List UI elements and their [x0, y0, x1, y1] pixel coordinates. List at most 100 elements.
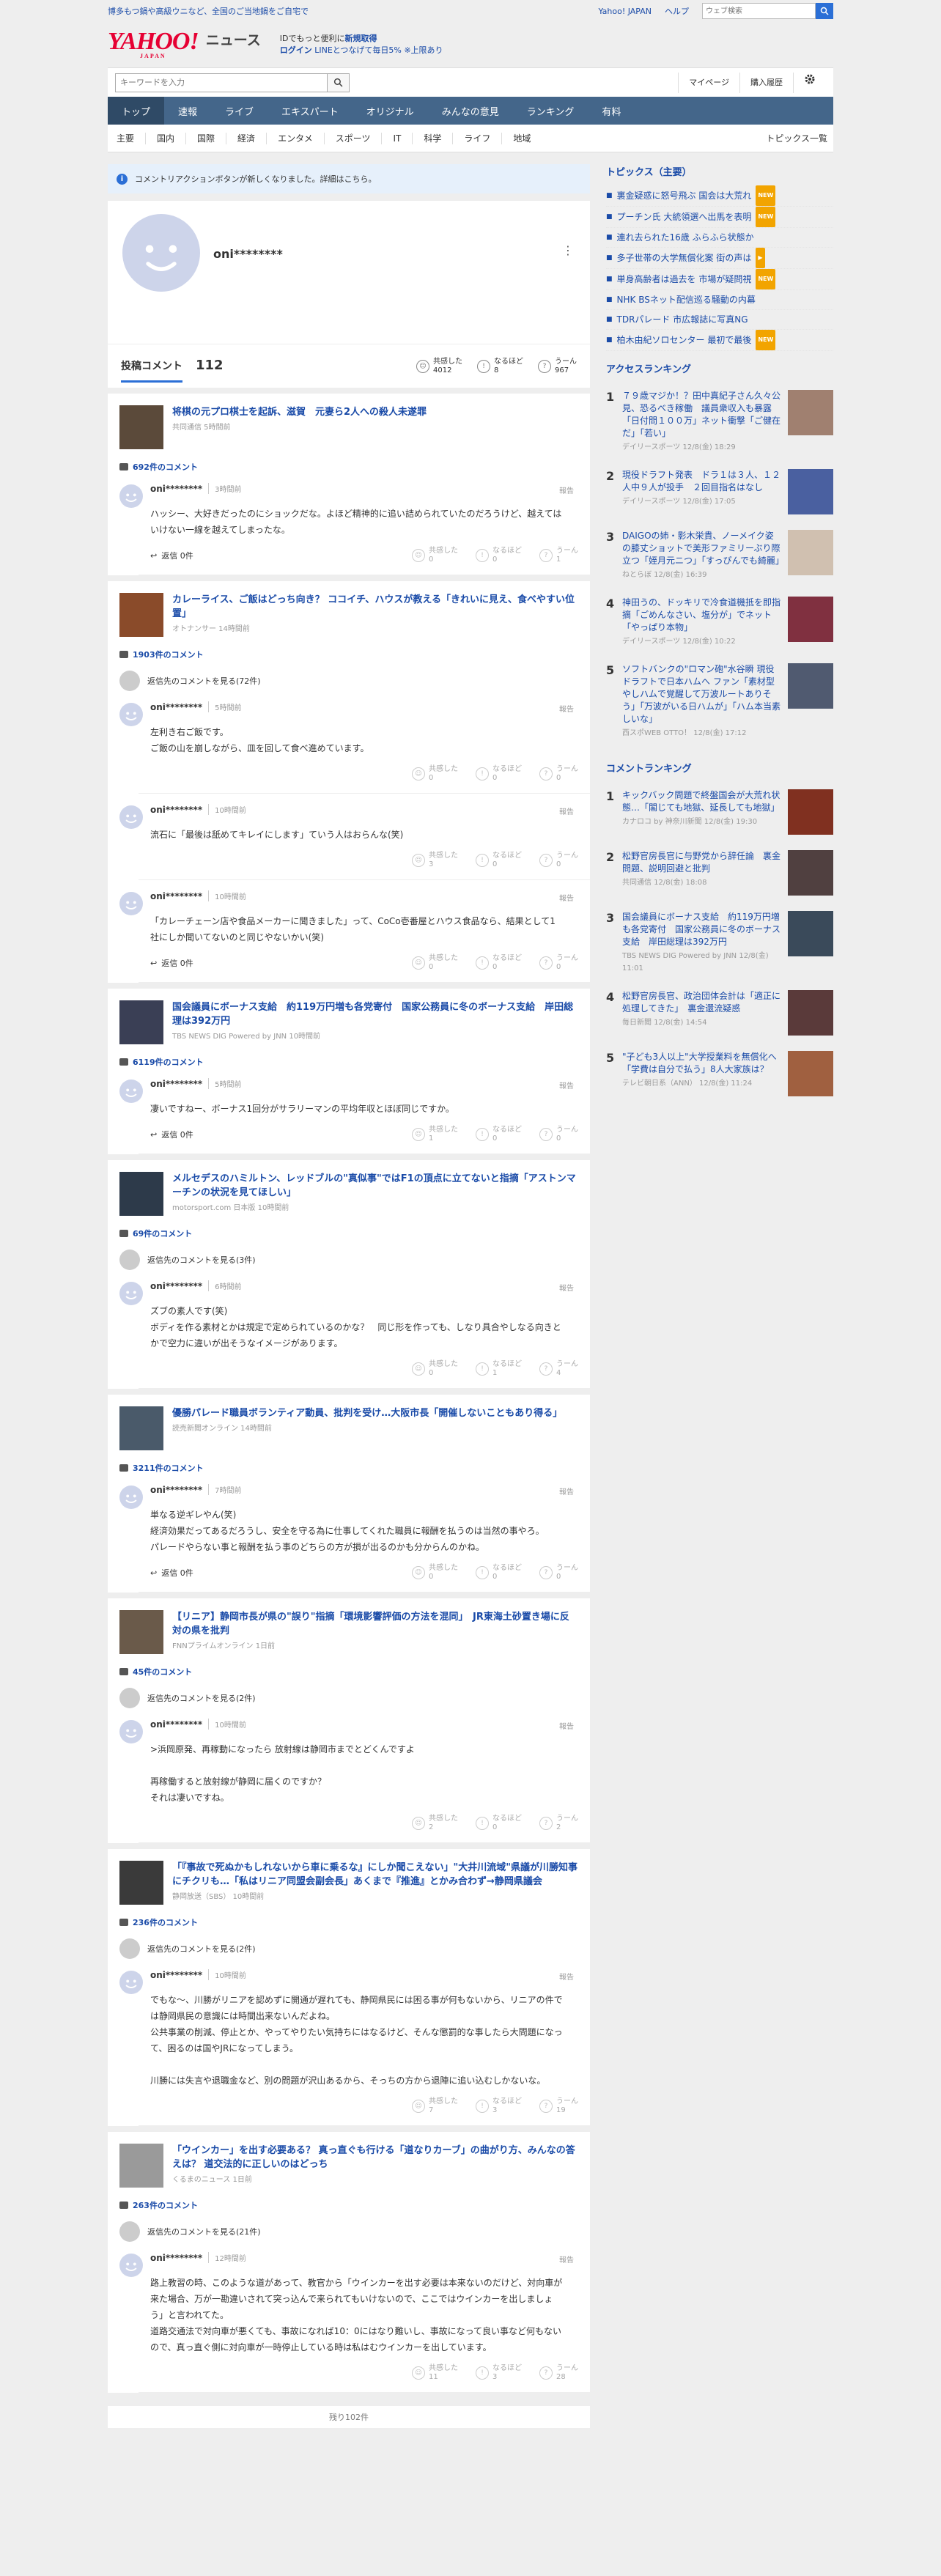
nav-live[interactable]: ライブ — [211, 97, 267, 125]
topic-item[interactable]: プーチン氏 大統領選へ出馬を表明NEW — [606, 207, 833, 228]
cat-science[interactable]: 科学 — [413, 132, 454, 144]
report-link[interactable]: 報告 — [559, 2254, 574, 2265]
web-search-button[interactable] — [816, 3, 833, 19]
notice-banner[interactable]: i コメントリアクションボタンが新しくなりました。詳細はこちら。 — [108, 164, 590, 193]
comment-count-link[interactable]: 6119件のコメント — [119, 1056, 578, 1068]
comment-count-link[interactable]: 45件のコメント — [119, 1666, 578, 1678]
ranking-item[interactable]: 1 キックバック問題で終盤国会が大荒れ状態…「閣じても地獄、延長しても地獄」 カナ… — [606, 782, 833, 843]
reply-button[interactable]: ↩ 返信 0件 — [150, 1567, 193, 1579]
comment-author[interactable]: oni******** — [150, 702, 202, 712]
settings-button[interactable] — [793, 72, 826, 93]
comment-author[interactable]: oni******** — [150, 2253, 202, 2263]
empathy-button[interactable]: ☺ 共感した 0 — [412, 954, 458, 972]
comment-author[interactable]: oni******** — [150, 1079, 202, 1089]
topic-item[interactable]: 柏木由紀ソロセンター 最初で最後NEW — [606, 330, 833, 351]
empathy-button[interactable]: ☺ 共感した 3 — [412, 852, 458, 869]
cat-domestic[interactable]: 国内 — [146, 132, 187, 144]
report-link[interactable]: 報告 — [559, 703, 574, 714]
nav-expert[interactable]: エキスパート — [267, 97, 353, 125]
naruhodo-button[interactable]: ! なるほど 3 — [476, 2364, 522, 2382]
comment-count-link[interactable]: 236件のコメント — [119, 1916, 578, 1928]
comment-author[interactable]: oni******** — [150, 1719, 202, 1730]
comment-author[interactable]: oni******** — [150, 1281, 202, 1291]
nav-paid[interactable]: 有料 — [588, 97, 635, 125]
hmm-button[interactable]: ? うーん 0 — [539, 852, 578, 869]
naruhodo-button[interactable]: ! なるほど 3 — [476, 2097, 522, 2115]
comment-count-link[interactable]: 1903件のコメント — [119, 649, 578, 660]
comment-author[interactable]: oni******** — [150, 805, 202, 815]
ranking-item[interactable]: 4 松野官房長官、政治団体会計は「適正に処理してきた」 裏金還流疑惑 毎日新聞 1… — [606, 983, 833, 1044]
naruhodo-button[interactable]: ! なるほど 0 — [476, 1126, 522, 1143]
reply-button[interactable]: ↩ 返信 0件 — [150, 550, 193, 561]
naruhodo-button[interactable]: ! なるほど 0 — [476, 852, 522, 869]
hmm-button[interactable]: ? うーん 19 — [539, 2097, 578, 2115]
comment-count-link[interactable]: 263件のコメント — [119, 2199, 578, 2211]
report-link[interactable]: 報告 — [559, 1971, 574, 1982]
nav-ranking[interactable]: ランキング — [513, 97, 588, 125]
hmm-button[interactable]: ? うーん 0 — [539, 954, 578, 972]
comment-count-link[interactable]: 3211件のコメント — [119, 1462, 578, 1474]
yahoo-japan-link[interactable]: Yahoo! JAPAN — [598, 7, 652, 16]
naruhodo-button[interactable]: ! なるほど 0 — [476, 1564, 522, 1582]
report-link[interactable]: 報告 — [559, 1282, 574, 1293]
article-title[interactable]: 【リニア】静岡市長が県の"誤り"指摘「環境影響評価の方法を混同」 JR東海土砂置… — [172, 1610, 578, 1638]
hmm-button[interactable]: ? うーん 28 — [539, 2364, 578, 2382]
report-link[interactable]: 報告 — [559, 1486, 574, 1496]
cat-local[interactable]: 地域 — [502, 133, 542, 144]
yahoo-logo[interactable]: YAHOO! JAPAN — [108, 29, 199, 59]
parent-comment-link[interactable]: 返信先のコメントを見る(3件) — [119, 1250, 578, 1270]
cat-it[interactable]: IT — [382, 132, 413, 144]
comment-author[interactable]: oni******** — [150, 1970, 202, 1980]
top-promo-link[interactable]: 博多もつ鍋や高級ウニなど、全国のご当地鍋をご自宅で — [108, 5, 309, 17]
comment-count-link[interactable]: 692件のコメント — [119, 461, 578, 473]
empathy-button[interactable]: ☺ 共感した 1 — [412, 1126, 458, 1143]
article-title[interactable]: カレーライス、ご飯はどっち向き？ ココイチ、ハウスが教える「きれいに見え、食べや… — [172, 593, 578, 621]
naruhodo-button[interactable]: ! なるほど 0 — [476, 954, 522, 972]
cat-international[interactable]: 国際 — [186, 132, 227, 144]
purchase-history-link[interactable]: 購入履歴 — [739, 72, 793, 93]
hmm-button[interactable]: ? うーん 4 — [539, 1360, 578, 1378]
report-link[interactable]: 報告 — [559, 1080, 574, 1090]
article-thumbnail[interactable] — [119, 1406, 163, 1450]
ranking-item[interactable]: 2 松野官房長官に与野党から辞任論 裏金問題、説明回避と批判 共同通信 12/8(… — [606, 843, 833, 904]
article-thumbnail[interactable] — [119, 593, 163, 637]
topic-item[interactable]: NHK BSネット配信巡る騒動の内幕 — [606, 290, 833, 310]
topic-item[interactable]: 連れ去られた16歳 ふらふら状態か — [606, 228, 833, 248]
web-search-input[interactable] — [702, 3, 816, 19]
hmm-button[interactable]: ? うーん 0 — [539, 1564, 578, 1582]
report-link[interactable]: 報告 — [559, 1720, 574, 1731]
empathy-button[interactable]: ☺ 共感した 7 — [412, 2097, 458, 2115]
news-search-button[interactable] — [328, 73, 350, 92]
mypage-link[interactable]: マイページ — [678, 72, 739, 93]
help-link[interactable]: ヘルプ — [665, 5, 689, 17]
empathy-button[interactable]: ☺ 共感した 0 — [412, 765, 458, 783]
report-link[interactable]: 報告 — [559, 892, 574, 903]
empathy-button[interactable]: ☺ 共感した 11 — [412, 2364, 458, 2382]
topics-list-link[interactable]: トピックス一覧 — [766, 132, 827, 144]
hmm-button[interactable]: ? うーん 0 — [539, 1126, 578, 1143]
parent-comment-link[interactable]: 返信先のコメントを見る(72件) — [119, 671, 578, 691]
parent-comment-link[interactable]: 返信先のコメントを見る(21件) — [119, 2221, 578, 2242]
hmm-button[interactable]: ? うーん 2 — [539, 1815, 578, 1832]
reply-button[interactable]: ↩ 返信 0件 — [150, 957, 193, 969]
article-thumbnail[interactable] — [119, 405, 163, 449]
naruhodo-button[interactable]: ! なるほど 0 — [476, 765, 522, 783]
ranking-item[interactable]: 3 国会議員にボーナス支給 約119万円増も各党寄付 国家公務員に冬のボーナス支… — [606, 904, 833, 983]
cat-economy[interactable]: 経済 — [226, 132, 267, 144]
topic-item[interactable]: 裏金疑惑に怒号飛ぶ 国会は大荒れNEW — [606, 185, 833, 207]
line-link[interactable]: LINEとつなげて毎日5% ※上限あり — [314, 45, 443, 55]
register-link[interactable]: 新規取得 — [345, 34, 377, 43]
article-thumbnail[interactable] — [119, 1610, 163, 1654]
article-thumbnail[interactable] — [119, 1000, 163, 1044]
nav-breaking[interactable]: 速報 — [164, 97, 211, 125]
hmm-button[interactable]: ? うーん 1 — [539, 547, 578, 564]
topic-item[interactable]: 多子世帯の大学無償化案 街の声は▶ — [606, 248, 833, 269]
comment-author[interactable]: oni******** — [150, 484, 202, 494]
reply-button[interactable]: ↩ 返信 0件 — [150, 1129, 193, 1140]
naruhodo-button[interactable]: ! なるほど 1 — [476, 1360, 522, 1378]
cat-life[interactable]: ライフ — [453, 132, 503, 144]
comment-count-label[interactable]: 投稿コメント — [121, 358, 182, 383]
nav-top[interactable]: トップ — [108, 97, 165, 125]
parent-comment-link[interactable]: 返信先のコメントを見る(2件) — [119, 1938, 578, 1959]
cat-main[interactable]: 主要 — [114, 132, 147, 144]
